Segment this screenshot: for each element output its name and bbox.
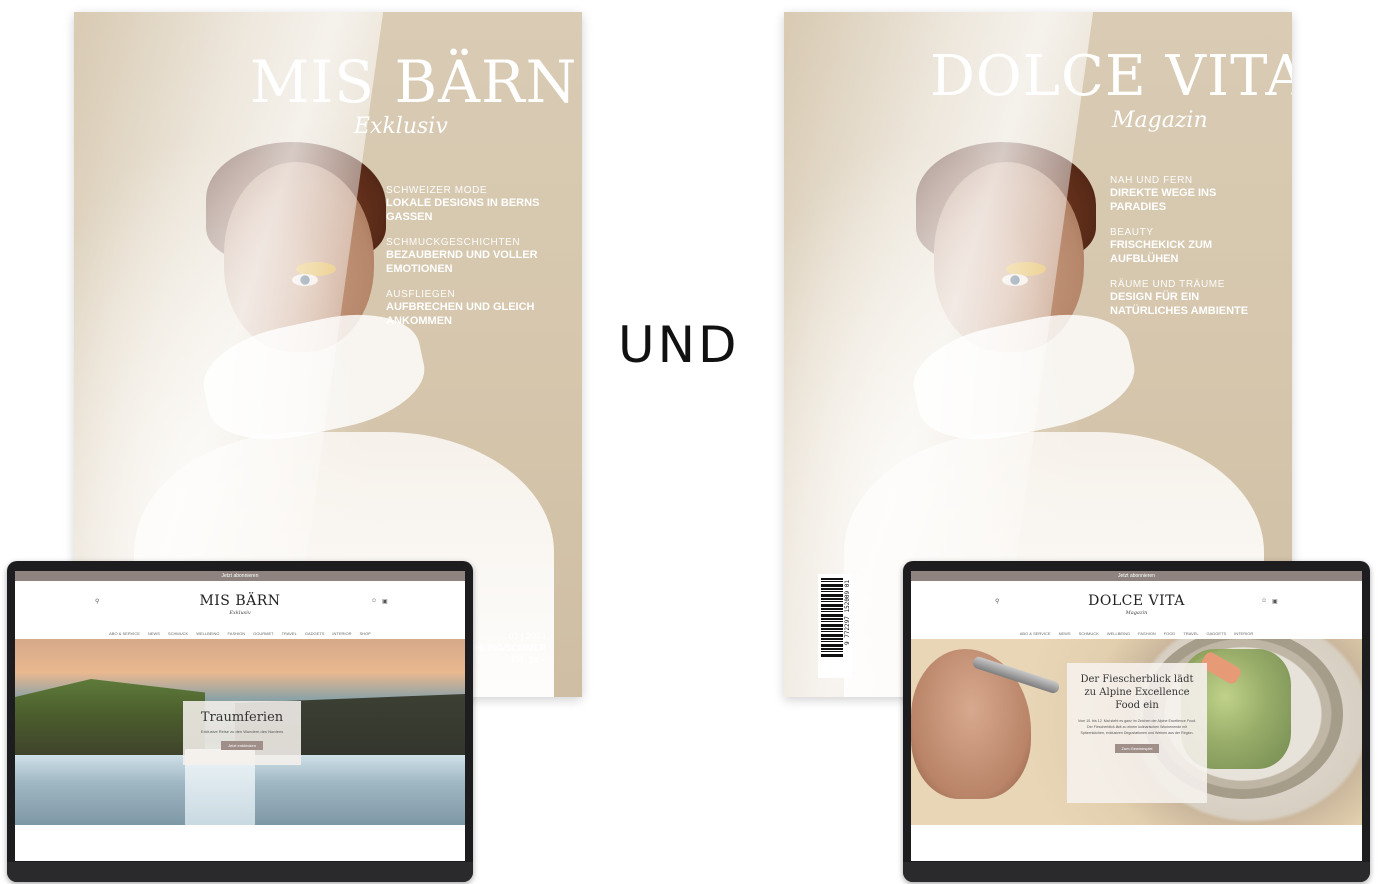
cover-subtitle: Exklusiv [354, 114, 448, 139]
site-header: ⚲ MIS BÄRN Exklusiv ☺ ▣ [15, 581, 465, 627]
nav-item[interactable]: SCHMUCK [168, 631, 188, 636]
cover-title: DOLCE VITA [930, 44, 1292, 109]
nav-item[interactable]: ABO & SERVICE [1020, 631, 1051, 636]
nav-item[interactable]: FOOD [1164, 631, 1176, 636]
site-nav: ABO & SERVICE NEWS SCHMUCK WELLBEING FAS… [15, 627, 465, 639]
site-logo-subtitle: Magazin [1125, 610, 1148, 616]
teaser-kicker: RÄUME UND TRÄUME [1110, 279, 1225, 290]
cover-teasers: NAH UND FERN DIREKTE WEGE INS PARADIES B… [1110, 174, 1270, 330]
hero-card: Traumferien Exklusive Reise zu den Wunde… [183, 701, 301, 765]
teaser-kicker: BEAUTY [1110, 227, 1154, 238]
subscribe-topbar[interactable]: Jetzt abonnieren [911, 571, 1362, 581]
teaser-headline: AUFBRECHEN UND GLEICH ANKOMMEN [386, 301, 535, 327]
hero-cta-button[interactable]: Jetzt entdecken [220, 741, 264, 750]
user-icon[interactable]: ☺ [1261, 598, 1267, 604]
teaser-kicker: AUSFLIEGEN [386, 289, 456, 300]
subscribe-topbar[interactable]: Jetzt abonnieren [15, 571, 465, 581]
nav-item[interactable]: NEWS [148, 631, 160, 636]
teaser-headline: DIREKTE WEGE INS PARADIES [1110, 187, 1217, 213]
nav-item[interactable]: TRAVEL [282, 631, 297, 636]
laptop-base [903, 862, 1370, 882]
nav-item[interactable]: WELLBEING [196, 631, 219, 636]
cover-teaser: RÄUME UND TRÄUME DESIGN FÜR EIN NATÜRLIC… [1110, 278, 1270, 318]
hero-title: Traumferien [200, 710, 284, 725]
teaser-kicker: SCHWEIZER MODE [386, 185, 488, 196]
site-logo[interactable]: MIS BÄRN [15, 593, 465, 609]
barcode-number: 9 772297 152009 01 [844, 580, 851, 646]
hero-banner: Traumferien Exklusive Reise zu den Wunde… [15, 639, 465, 825]
site-logo[interactable]: DOLCE VITA [911, 593, 1362, 609]
hero-text: Vom 10. bis 12. Mai steht es ganz im Zei… [1077, 719, 1197, 735]
laptop-dolce-vita-website: Jetzt abonnieren ⚲ DOLCE VITA Magazin ☺ … [903, 561, 1370, 882]
cover-subtitle: Magazin [1112, 108, 1208, 133]
cart-icon[interactable]: ▣ [382, 598, 388, 605]
cover-title: MIS BÄRN [250, 48, 578, 116]
barcode-bars [821, 578, 843, 658]
nav-item[interactable]: ABO & SERVICE [109, 631, 140, 636]
page-content-area [15, 825, 465, 861]
teaser-headline: FRISCHEKICK ZUM AUFBLÜHEN [1110, 239, 1213, 265]
cover-teaser: SCHWEIZER MODE LOKALE DESIGNS IN BERNS G… [386, 184, 546, 224]
cover-teaser: AUSFLIEGEN AUFBRECHEN UND GLEICH ANKOMME… [386, 288, 546, 328]
nav-item[interactable]: WELLBEING [1107, 631, 1130, 636]
site-nav: ABO & SERVICE NEWS SCHMUCK WELLBEING FAS… [911, 627, 1362, 639]
site-logo-subtitle: Exklusiv [229, 610, 251, 616]
teaser-kicker: SCHMUCKGESCHICHTEN [386, 237, 521, 248]
nav-item[interactable]: GADGETS [1207, 631, 1227, 636]
user-icon[interactable]: ☺ [371, 598, 377, 604]
nav-item[interactable]: FASHION [1138, 631, 1156, 636]
laptop-screen: Jetzt abonnieren ⚲ MIS BÄRN Exklusiv ☺ ▣… [15, 571, 465, 861]
teaser-headline: DESIGN FÜR EIN NATÜRLICHES AMBIENTE [1110, 291, 1249, 317]
page-content-area [911, 825, 1362, 861]
teaser-headline: LOKALE DESIGNS IN BERNS GASSEN [386, 197, 540, 223]
cover-barcode: 9 772297 152009 01 [818, 574, 852, 678]
hero-card: Der Fiescherblick lädt zu Alpine Excelle… [1067, 663, 1207, 803]
laptop-base [7, 862, 473, 882]
nav-item[interactable]: NEWS [1059, 631, 1071, 636]
nav-item[interactable]: GADGETS [305, 631, 325, 636]
teaser-headline: BEZAUBERND UND VOLLER EMOTIONEN [386, 249, 538, 275]
cart-icon[interactable]: ▣ [1272, 598, 1278, 605]
hero-banner: Der Fiescherblick lädt zu Alpine Excelle… [911, 639, 1362, 825]
cover-teasers: SCHWEIZER MODE LOKALE DESIGNS IN BERNS G… [386, 184, 546, 340]
hero-cta-button[interactable]: Zum Gewinnspiel [1114, 744, 1160, 753]
connector-text: UND [618, 316, 740, 374]
hero-title: Der Fiescherblick lädt zu Alpine Excelle… [1080, 674, 1194, 711]
site-header: ⚲ DOLCE VITA Magazin ☺ ▣ [911, 581, 1362, 627]
cover-teaser: NAH UND FERN DIREKTE WEGE INS PARADIES [1110, 174, 1270, 214]
nav-item[interactable]: SHOP [360, 631, 371, 636]
nav-item[interactable]: INTERIOR [332, 631, 351, 636]
nav-item[interactable]: SCHMUCK [1079, 631, 1099, 636]
nav-item[interactable]: FASHION [228, 631, 246, 636]
nav-item[interactable]: GOURMET [253, 631, 273, 636]
laptop-mis-baern-website: Jetzt abonnieren ⚲ MIS BÄRN Exklusiv ☺ ▣… [7, 561, 473, 882]
hero-text: Exklusive Reise zu den Wundern des Norde… [200, 729, 284, 734]
nav-item[interactable]: TRAVEL [1183, 631, 1198, 636]
cover-teaser: BEAUTY FRISCHEKICK ZUM AUFBLÜHEN [1110, 226, 1270, 266]
nav-item[interactable]: INTERIOR [1234, 631, 1253, 636]
laptop-screen: Jetzt abonnieren ⚲ DOLCE VITA Magazin ☺ … [911, 571, 1362, 861]
cover-teaser: SCHMUCKGESCHICHTEN BEZAUBERND UND VOLLER… [386, 236, 546, 276]
teaser-kicker: NAH UND FERN [1110, 175, 1193, 186]
